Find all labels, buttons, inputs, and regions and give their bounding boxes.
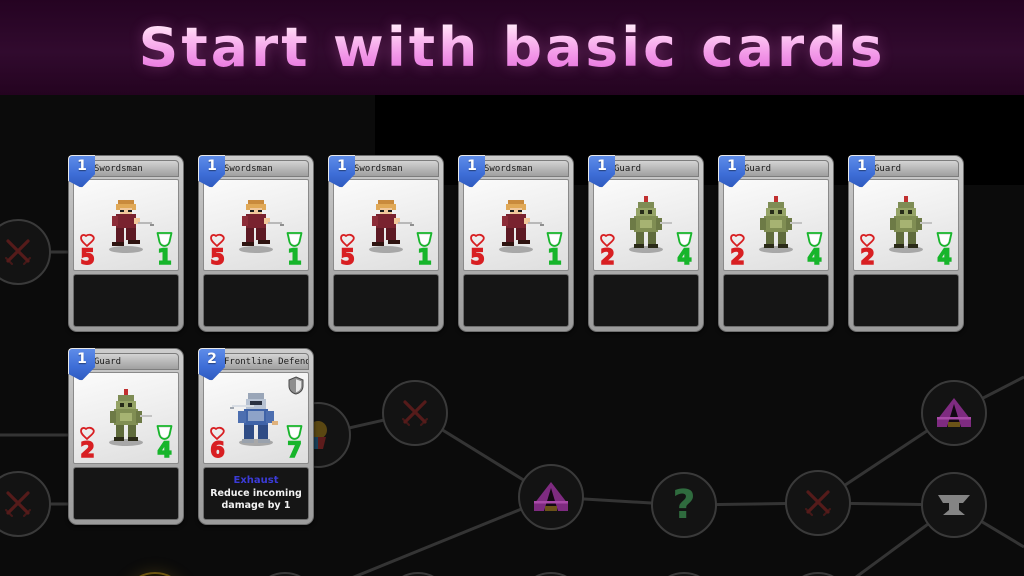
banner: Start with basic cards (0, 0, 1024, 95)
defense-stat: 4 (806, 232, 823, 268)
card-cost-value: 2 (207, 351, 217, 367)
attack-stat: 2 (599, 233, 616, 268)
defense-stat: 4 (936, 232, 953, 268)
card-cost-value: 1 (467, 158, 477, 174)
attack-value: 2 (600, 245, 616, 269)
shield-badge-icon (288, 376, 304, 399)
card-portrait: 2 4 (853, 179, 959, 271)
defense-value: 1 (547, 245, 563, 269)
card[interactable]: Swordsman 5 11 (198, 155, 314, 332)
defense-stat: 1 (156, 232, 173, 268)
card-cost-value: 1 (337, 158, 347, 174)
card-text-panel: Exhaust Reduce incoming damage by 1 (203, 467, 309, 520)
defense-value: 1 (417, 245, 433, 269)
guard-sprite (100, 389, 152, 449)
swordsman-sprite (228, 196, 284, 256)
card[interactable]: Guard 2 41 (68, 348, 184, 525)
attack-stat: 2 (729, 233, 746, 268)
defense-value: 4 (677, 245, 693, 269)
card-cost-value: 1 (857, 158, 867, 174)
defense-value: 7 (287, 438, 303, 462)
card-text-panel (333, 274, 439, 327)
card[interactable]: Guard 2 41 (848, 155, 964, 332)
card-description: Reduce incoming damage by 1 (210, 488, 302, 511)
attack-stat: 5 (339, 233, 356, 268)
defense-stat: 1 (286, 232, 303, 268)
knight-sprite (228, 389, 284, 451)
defense-value: 4 (937, 245, 953, 269)
defense-value: 4 (807, 245, 823, 269)
card-text-panel (853, 274, 959, 327)
attack-value: 5 (210, 245, 226, 269)
card-cost-value: 1 (77, 158, 87, 174)
card-portrait: 5 1 (463, 179, 569, 271)
card[interactable]: Guard 2 41 (588, 155, 704, 332)
card[interactable]: Swordsman 5 11 (458, 155, 574, 332)
card-text-panel (73, 274, 179, 327)
card-cost-value: 1 (207, 158, 217, 174)
card-cost-value: 1 (597, 158, 607, 174)
card-text-panel (593, 274, 699, 327)
card[interactable]: Guard 2 41 (718, 155, 834, 332)
card-portrait: 6 7 (203, 372, 309, 464)
attack-stat: 5 (469, 233, 486, 268)
card-portrait: 2 4 (73, 372, 179, 464)
guard-sprite (620, 196, 672, 256)
attack-value: 2 (80, 438, 96, 462)
attack-stat: 2 (79, 426, 96, 461)
card-portrait: 5 1 (73, 179, 179, 271)
card-text-panel (463, 274, 569, 327)
card-portrait: 5 1 (333, 179, 439, 271)
attack-value: 6 (210, 438, 226, 462)
defense-stat: 1 (416, 232, 433, 268)
defense-stat: 1 (546, 232, 563, 268)
defense-stat: 7 (286, 425, 303, 461)
attack-stat: 5 (209, 233, 226, 268)
guard-sprite (880, 196, 932, 256)
card-portrait: 2 4 (723, 179, 829, 271)
card-text-panel (723, 274, 829, 327)
card-portrait: 5 1 (203, 179, 309, 271)
card-text-panel (203, 274, 309, 327)
swordsman-sprite (488, 196, 544, 256)
defense-value: 1 (157, 245, 173, 269)
attack-stat: 2 (859, 233, 876, 268)
swordsman-sprite (358, 196, 414, 256)
card-cost-value: 1 (77, 351, 87, 367)
card-text-panel (73, 467, 179, 520)
attack-stat: 6 (209, 426, 226, 461)
defense-value: 1 (287, 245, 303, 269)
attack-value: 5 (340, 245, 356, 269)
attack-stat: 5 (79, 233, 96, 268)
attack-value: 2 (730, 245, 746, 269)
card-cost-value: 1 (727, 158, 737, 174)
attack-value: 5 (470, 245, 486, 269)
card-keyword: Exhaust (233, 475, 279, 487)
attack-value: 5 (80, 245, 96, 269)
card-portrait: 2 4 (593, 179, 699, 271)
attack-value: 2 (860, 245, 876, 269)
defense-stat: 4 (676, 232, 693, 268)
banner-title: Start with basic cards (138, 16, 886, 79)
defense-value: 4 (157, 438, 173, 462)
defense-stat: 4 (156, 425, 173, 461)
swordsman-sprite (98, 196, 154, 256)
card[interactable]: Frontline Defender 6 7ExhaustReduce inco… (198, 348, 314, 525)
guard-sprite (750, 196, 802, 256)
card[interactable]: Swordsman 5 11 (68, 155, 184, 332)
card[interactable]: Swordsman 5 11 (328, 155, 444, 332)
